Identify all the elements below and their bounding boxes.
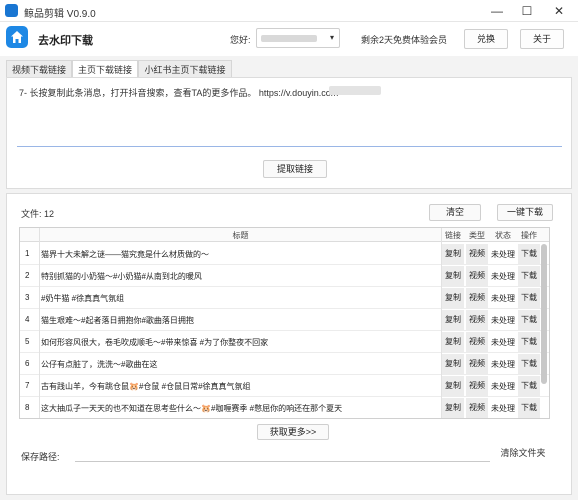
row-number: 5: [25, 337, 30, 346]
file-count: 文件: 12: [21, 209, 55, 219]
header-title: 标题: [232, 231, 249, 240]
copy-button[interactable]: 复制: [442, 398, 464, 418]
row-title: 猫生艰难～#起者落日拥抱你#歌曲落日拥抱: [41, 316, 194, 325]
copy-button[interactable]: 复制: [442, 266, 464, 286]
row-title: 特别抓猫的小奶猫～#小奶猫#从南到北的暖风: [41, 272, 202, 281]
clear-button[interactable]: 清空: [429, 204, 481, 221]
link-textarea[interactable]: 7- 长按复制此条消息，打开抖音搜索，查看TA的更多作品。 https://v.…: [17, 83, 562, 147]
status-label: 未处理: [491, 316, 515, 325]
row-number: 6: [25, 359, 30, 368]
app-header: 去水印下载 您好: ▾ 剩余2天免费体验会员 兑换 关于: [0, 22, 578, 56]
row-title: 这大抽瓜子一天天的也不知道在思考些什么～🐹#咖喱赛季 #憋屈你的响还在那个夏天: [41, 404, 343, 413]
window-title: 鲸品剪辑 V0.9.0: [24, 9, 96, 20]
row-number: 2: [25, 271, 30, 280]
table-scrollbar[interactable]: [541, 244, 547, 384]
download-button[interactable]: 下载: [518, 266, 540, 286]
header-status: 状态: [495, 231, 511, 240]
greeting-label: 您好:: [230, 35, 251, 45]
status-label: 未处理: [491, 382, 515, 391]
extract-link-button[interactable]: 提取链接: [263, 160, 327, 178]
app-logo-icon: [5, 4, 18, 17]
copy-button[interactable]: 复制: [442, 332, 464, 352]
type-label: 视频: [466, 332, 488, 352]
title-bar: 鲸品剪辑 V0.9.0 — ☐ ✕: [0, 0, 578, 22]
row-number: 4: [25, 315, 30, 324]
row-number: 8: [25, 403, 30, 412]
file-table: 标题 链接 类型 状态 操作 1 猫界十大未解之谜——猫究竟是什么材质做的～ 复…: [19, 227, 550, 419]
status-label: 未处理: [491, 404, 515, 413]
user-name-redacted: [261, 35, 317, 42]
type-label: 视频: [466, 288, 488, 308]
table-row: 6 公仔有点脏了，洗洗～#歌曲在这 复制 视频 未处理 下载: [20, 353, 549, 375]
minimize-button[interactable]: —: [482, 2, 512, 20]
header-type: 类型: [469, 231, 485, 240]
link-input-panel: 7- 长按复制此条消息，打开抖音搜索，查看TA的更多作品。 https://v.…: [6, 77, 572, 189]
load-more-button[interactable]: 获取更多>>: [257, 424, 329, 440]
table-row: 8 这大抽瓜子一天天的也不知道在思考些什么～🐹#咖喱赛季 #憋屈你的响还在那个夏…: [20, 397, 549, 418]
file-list-panel: 文件: 12 清空 一键下载 标题 链接 类型 状态 操作 1 猫界十大未解之谜…: [6, 193, 572, 495]
download-button[interactable]: 下载: [518, 332, 540, 352]
row-number: 3: [25, 293, 30, 302]
download-button[interactable]: 下载: [518, 310, 540, 330]
row-title: 猫界十大未解之谜——猫究竟是什么材质做的～: [41, 250, 209, 259]
user-select[interactable]: ▾: [256, 28, 340, 48]
table-row: 7 古有践山羊，今有跳仓鼠🐹#仓鼠 #仓鼠日常#徐真真气氛组 复制 视频 未处理…: [20, 375, 549, 397]
table-row: 3 #奶牛猫 #徐真真气氛组 复制 视频 未处理 下载: [20, 287, 549, 309]
table-row: 2 特别抓猫的小奶猫～#小奶猫#从南到北的暖风 复制 视频 未处理 下载: [20, 265, 549, 287]
save-path-input[interactable]: [75, 444, 490, 462]
type-label: 视频: [466, 244, 488, 264]
row-number: 7: [25, 381, 30, 390]
clear-folder-button[interactable]: 清除文件夹: [495, 445, 551, 462]
download-all-button[interactable]: 一键下载: [497, 204, 553, 221]
about-button[interactable]: 关于: [520, 29, 564, 49]
status-label: 未处理: [491, 250, 515, 259]
download-button[interactable]: 下载: [518, 376, 540, 396]
table-row: 4 猫生艰难～#起者落日拥抱你#歌曲落日拥抱 复制 视频 未处理 下载: [20, 309, 549, 331]
copy-button[interactable]: 复制: [442, 288, 464, 308]
member-status: 剩余2天免费体验会员: [361, 35, 448, 45]
row-title: 古有践山羊，今有跳仓鼠🐹#仓鼠 #仓鼠日常#徐真真气氛组: [41, 382, 251, 391]
tab-xiaohongshu-link[interactable]: 小红书主页下载链接: [138, 60, 232, 78]
table-row: 1 猫界十大未解之谜——猫究竟是什么材质做的～ 复制 视频 未处理 下载: [20, 243, 549, 265]
row-title: #奶牛猫 #徐真真气氛组: [41, 294, 125, 303]
status-label: 未处理: [491, 272, 515, 281]
save-path-label: 保存路径:: [21, 452, 60, 462]
row-title: 公仔有点脏了，洗洗～#歌曲在这: [41, 360, 158, 369]
copy-button[interactable]: 复制: [442, 244, 464, 264]
type-label: 视频: [466, 354, 488, 374]
column-divider: [39, 228, 40, 418]
header-action: 操作: [521, 231, 537, 240]
type-label: 视频: [466, 398, 488, 418]
status-label: 未处理: [491, 338, 515, 347]
download-button[interactable]: 下载: [518, 398, 540, 418]
table-header: 标题 链接 类型 状态 操作: [20, 228, 549, 242]
copy-button[interactable]: 复制: [442, 354, 464, 374]
url-redacted: [329, 86, 381, 95]
maximize-button[interactable]: ☐: [512, 2, 542, 20]
download-button[interactable]: 下载: [518, 288, 540, 308]
copy-button[interactable]: 复制: [442, 376, 464, 396]
close-button[interactable]: ✕: [544, 2, 574, 20]
link-text: 7- 长按复制此条消息，打开抖音搜索，查看TA的更多作品。 https://v.…: [19, 88, 339, 98]
redeem-button[interactable]: 兑换: [464, 29, 508, 49]
type-label: 视频: [466, 310, 488, 330]
status-label: 未处理: [491, 294, 515, 303]
download-button[interactable]: 下载: [518, 354, 540, 374]
chevron-down-icon: ▾: [329, 33, 334, 42]
app-title: 去水印下载: [38, 35, 93, 47]
row-title: 如何形容风很大，卷毛吹成顺毛～#带来惊喜 #为了你整夜不回家: [41, 338, 269, 347]
row-number: 1: [25, 249, 30, 258]
download-button[interactable]: 下载: [518, 244, 540, 264]
status-label: 未处理: [491, 360, 515, 369]
copy-button[interactable]: 复制: [442, 310, 464, 330]
column-divider: [441, 228, 442, 418]
home-icon[interactable]: [6, 26, 28, 48]
tab-video-link[interactable]: 视频下载链接: [6, 60, 72, 78]
header-link: 链接: [445, 231, 461, 240]
type-label: 视频: [466, 376, 488, 396]
table-row: 5 如何形容风很大，卷毛吹成顺毛～#带来惊喜 #为了你整夜不回家 复制 视频 未…: [20, 331, 549, 353]
type-label: 视频: [466, 266, 488, 286]
